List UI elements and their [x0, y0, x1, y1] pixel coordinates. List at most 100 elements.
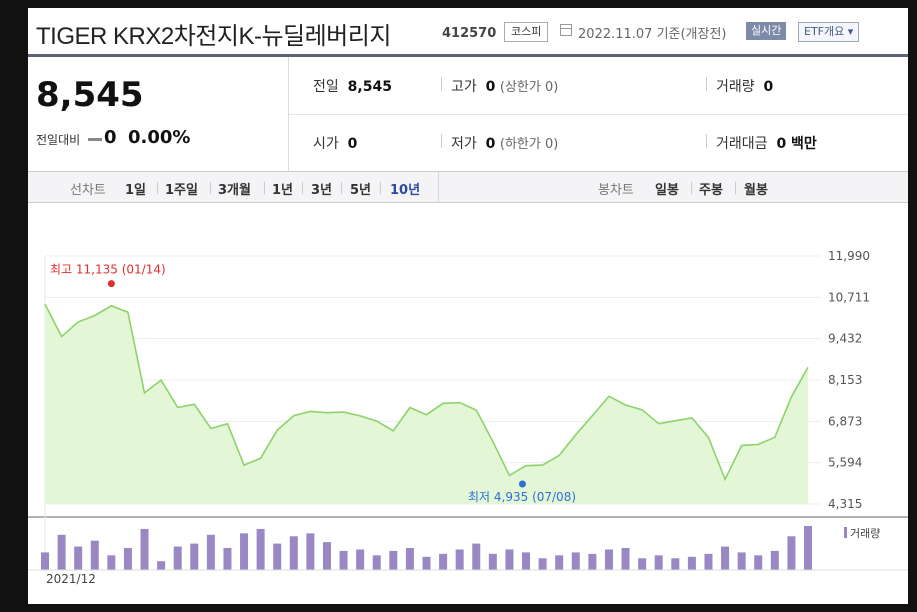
volume-bar	[770, 550, 779, 570]
tab-monthly[interactable]: 월봉	[744, 179, 768, 198]
volume-bar	[123, 548, 132, 570]
x-axis-start-label: 2021/12	[46, 572, 96, 586]
volume-bar	[372, 555, 381, 570]
separator	[302, 182, 303, 194]
volume-bar	[505, 549, 514, 570]
prev-close-label: 전일	[313, 79, 339, 95]
separator	[380, 182, 381, 194]
volume-bars	[28, 526, 908, 571]
y-tick-label: 8,153	[828, 373, 862, 387]
tab-1day[interactable]: 1일	[125, 179, 146, 198]
trade-amount: 거래대금 0 백만	[716, 133, 817, 153]
calendar-icon	[560, 24, 572, 36]
change-rate: 0.00%	[128, 127, 191, 148]
y-tick-label: 4,315	[828, 497, 862, 511]
max-label: 최고 11,135 (01/14)	[50, 263, 166, 277]
y-tick-label: 11,990	[828, 249, 870, 263]
price-area-fill	[45, 304, 808, 504]
open-price: 시가 0	[313, 133, 357, 153]
volume-bar	[90, 540, 99, 570]
quote-row-1: 전일 8,545 고가 0 (상한가 0) 거래량 0	[289, 57, 908, 115]
volume: 거래량 0	[716, 76, 773, 96]
volume-bar	[721, 546, 730, 570]
tab-5year[interactable]: 5년	[350, 179, 371, 198]
volume-bar	[190, 543, 199, 570]
volume-legend-label: 거래량	[850, 527, 880, 540]
change-value: 0	[104, 127, 117, 148]
separator	[157, 182, 158, 194]
upper-limit: (상한가 0)	[499, 80, 559, 95]
etf-overview-dropdown[interactable]: ETF개요 ▾	[798, 22, 860, 42]
tab-3year[interactable]: 3년	[311, 179, 332, 198]
realtime-button[interactable]: 실시간	[746, 22, 787, 40]
open-value: 0	[347, 136, 358, 152]
volume-bar	[289, 536, 298, 570]
volume-bar	[223, 548, 232, 570]
line-chart-label: 선차트	[70, 183, 106, 198]
low-label: 저가	[451, 136, 477, 152]
separator	[706, 134, 707, 148]
open-label: 시가	[313, 136, 339, 152]
volume-bar	[173, 546, 182, 570]
volume-bar	[422, 556, 431, 570]
prev-close: 전일 8,545	[313, 76, 392, 96]
volume-bar	[787, 536, 796, 570]
separator	[441, 134, 442, 148]
min-label: 최저 4,935 (07/08)	[468, 490, 576, 504]
volume-bar	[322, 542, 331, 570]
volume-bar	[804, 526, 812, 570]
as-of-date: 2022.11.07 기준(개장전)	[578, 27, 727, 42]
prev-close-value: 8,545	[347, 79, 392, 95]
volume-bar	[737, 552, 746, 570]
volume-bar	[107, 555, 116, 570]
high-value: 0	[485, 79, 496, 95]
volume-bar	[455, 549, 464, 570]
volume-bar	[273, 543, 282, 570]
volume-bar	[157, 561, 166, 570]
y-tick-label: 6,873	[828, 414, 862, 428]
separator	[210, 182, 211, 194]
quote-row-2: 시가 0 저가 0 (하한가 0) 거래대금 0 백만	[289, 114, 908, 171]
tab-1week[interactable]: 1주일	[165, 179, 198, 198]
change-label: 전일대비	[36, 133, 81, 147]
tab-10year[interactable]: 10년	[390, 179, 420, 198]
separator	[735, 182, 736, 194]
volume-bar	[555, 555, 564, 570]
separator	[691, 182, 692, 194]
volume-bar	[41, 552, 49, 570]
y-tick-label: 9,432	[828, 332, 862, 346]
volume-bar	[687, 556, 696, 570]
volume-bar	[654, 555, 663, 570]
volume-bar	[604, 549, 613, 570]
volume-bar	[588, 553, 597, 570]
volume-bar	[256, 528, 265, 570]
volume-bar	[356, 549, 365, 570]
separator	[706, 77, 707, 91]
volume-legend-swatch	[844, 527, 847, 538]
volume-legend: 거래량	[844, 527, 880, 540]
volume-bar	[472, 543, 481, 570]
candle-chart-label: 봉차트	[598, 183, 634, 198]
volume-bar	[57, 534, 66, 570]
low-price: 저가 0 (하한가 0)	[451, 133, 558, 153]
volume-bar	[206, 534, 215, 570]
tab-3month[interactable]: 3개월	[218, 179, 251, 198]
tab-1year[interactable]: 1년	[272, 179, 293, 198]
volume-bar	[140, 528, 149, 570]
high-price: 고가 0 (상한가 0)	[451, 76, 558, 96]
tab-weekly[interactable]: 주봉	[699, 179, 723, 198]
y-tick-label: 10,711	[828, 290, 870, 304]
volume-bar	[538, 558, 547, 570]
ticker-code: 412570	[442, 26, 497, 41]
chart-tabs: 선차트 1일 1주일 3개월 1년 3년 5년 10년 봉차트 일봉 주봉 월봉	[28, 172, 908, 203]
min-point	[518, 480, 526, 488]
separator	[264, 182, 265, 194]
volume-label: 거래량	[716, 79, 755, 95]
tab-daily[interactable]: 일봉	[655, 179, 679, 198]
volume-bar	[240, 533, 249, 570]
y-axis-ticks: 11,990 10,711 9,432 8,153 6,873 5,594 4,315	[828, 249, 870, 511]
price-box: 8,545 전일대비 0 0.00%	[28, 57, 289, 171]
flat-change-icon	[88, 138, 102, 141]
quote-panel: 8,545 전일대비 0 0.00% 전일 8,545 고가 0 (상한가 0)…	[28, 57, 908, 172]
lower-limit: (하한가 0)	[499, 137, 559, 152]
